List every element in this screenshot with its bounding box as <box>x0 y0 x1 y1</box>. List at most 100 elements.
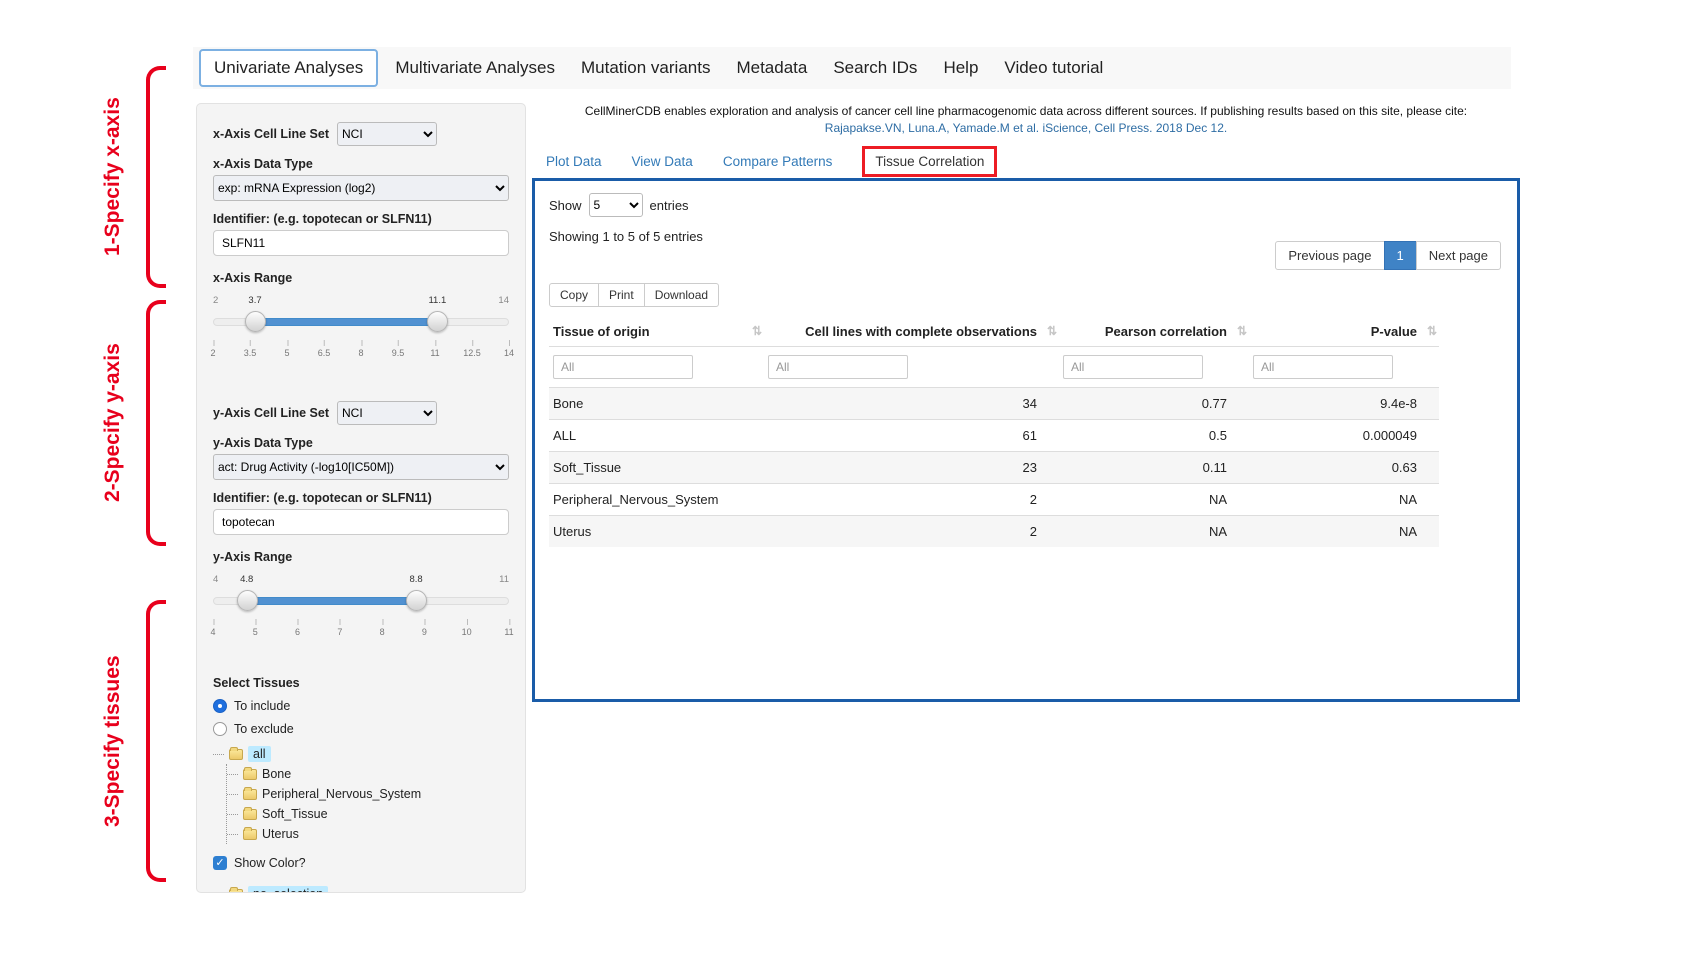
subtab-plot-data[interactable]: Plot Data <box>546 154 602 169</box>
x-data-type-select[interactable]: exp: mRNA Expression (log2) <box>213 175 509 201</box>
x-range-bar[interactable] <box>255 318 437 326</box>
column-header-cell-lines[interactable]: Cell lines with complete observations⇅ <box>764 317 1059 347</box>
header-row: Tissue of origin⇅ Cell lines with comple… <box>549 317 1439 347</box>
tree-node-peripheral-nervous-system[interactable]: Peripheral_Nervous_System <box>227 784 509 804</box>
column-header-p-value[interactable]: P-value⇅ <box>1249 317 1439 347</box>
page-1-button[interactable]: 1 <box>1384 241 1417 270</box>
to-include-radio[interactable]: To include <box>213 699 509 713</box>
tree-node-pns-label: Peripheral_Nervous_System <box>262 787 421 801</box>
sort-icon[interactable]: ⇅ <box>1047 324 1057 338</box>
page: { "colors": { "annotation_red": "#e8001c… <box>0 0 1700 956</box>
copy-button[interactable]: Copy <box>549 283 599 307</box>
cell-pvalue: 0.000049 <box>1249 420 1439 452</box>
filter-input-pearson-correlation[interactable] <box>1063 355 1203 379</box>
x-range-slider[interactable]: 2 14 3.7 11.1 2 3.5 5 6.5 8 9.5 11 12.5 … <box>213 309 509 371</box>
x-range-to-value: 11.1 <box>428 295 446 306</box>
filter-input-tissue-of-origin[interactable] <box>553 355 693 379</box>
tree-connector <box>227 814 238 815</box>
y-range-from-value: 4.8 <box>240 574 253 585</box>
y-cell-line-set-select[interactable]: NCI <box>337 401 437 425</box>
next-page-button[interactable]: Next page <box>1416 241 1501 270</box>
to-exclude-label: To exclude <box>234 722 294 736</box>
print-button[interactable]: Print <box>598 283 645 307</box>
tree-node-soft-tissue[interactable]: Soft_Tissue <box>227 804 509 824</box>
column-header-pearson-correlation[interactable]: Pearson correlation⇅ <box>1059 317 1249 347</box>
nav-tab-mutation-variants[interactable]: Mutation variants <box>568 51 723 85</box>
cell-tissue: ALL <box>549 420 764 452</box>
show-color-label: Show Color? <box>234 856 306 870</box>
entries-select[interactable]: 5 <box>589 193 643 217</box>
filter-input-p-value[interactable] <box>1253 355 1393 379</box>
selection-tree: no_selection <box>213 884 509 893</box>
x-data-type-label: x-Axis Data Type <box>213 157 509 171</box>
tissue-correlation-panel: Show 5 entries Showing 1 to 5 of 5 entri… <box>532 178 1520 702</box>
y-range-handle-to[interactable] <box>406 590 427 611</box>
y-data-type-select[interactable]: act: Drug Activity (-log10[IC50M]) <box>213 454 509 480</box>
show-color-checkbox[interactable]: ✓ Show Color? <box>213 856 509 870</box>
export-buttons: Copy Print Download <box>549 283 719 307</box>
y-range-bar[interactable] <box>247 597 416 605</box>
cell-tissue: Peripheral_Nervous_System <box>549 484 764 516</box>
column-header-tissue-of-origin[interactable]: Tissue of origin⇅ <box>549 317 764 347</box>
y-range-min: 4 <box>213 574 218 585</box>
showing-entries-text: Showing 1 to 5 of 5 entries <box>549 229 703 244</box>
cell-correlation: 0.5 <box>1059 420 1249 452</box>
nav-tab-search-ids[interactable]: Search IDs <box>820 51 930 85</box>
tree-node-uterus[interactable]: Uterus <box>227 824 509 844</box>
download-button[interactable]: Download <box>644 283 719 307</box>
y-range-label: y-Axis Range <box>213 550 509 564</box>
y-range-slider[interactable]: 4 11 4.8 8.8 4 5 6 7 8 9 10 11 <box>213 588 509 650</box>
folder-icon <box>243 789 257 800</box>
y-range-to-value: 8.8 <box>409 574 422 585</box>
step1-label: 1-Specify x-axis <box>98 66 128 288</box>
tree-node-no-selection-label: no_selection <box>248 886 328 893</box>
slider-tick: 10 <box>462 627 472 637</box>
citation-link[interactable]: Rajapakse.VN, Luna.A, Yamade.M et al. iS… <box>540 121 1512 135</box>
to-exclude-radio[interactable]: To exclude <box>213 722 509 736</box>
check-icon: ✓ <box>213 856 227 870</box>
filter-row <box>549 347 1439 388</box>
y-identifier-input[interactable] <box>213 509 509 535</box>
cell-tissue: Soft_Tissue <box>549 452 764 484</box>
tree-node-soft-tissue-label: Soft_Tissue <box>262 807 328 821</box>
show-label: Show <box>549 198 582 213</box>
x-cell-line-set-select[interactable]: NCI <box>337 122 437 146</box>
y-range-max: 11 <box>499 574 509 585</box>
subtab-bar: Plot Data View Data Compare Patterns Tis… <box>546 146 997 177</box>
x-range-handle-to[interactable] <box>427 311 448 332</box>
x-range-min: 2 <box>213 295 218 306</box>
subtab-view-data[interactable]: View Data <box>632 154 693 169</box>
nav-tab-video-tutorial[interactable]: Video tutorial <box>991 51 1116 85</box>
sort-icon[interactable]: ⇅ <box>752 324 762 338</box>
folder-icon <box>243 769 257 780</box>
slider-tick: 5 <box>253 627 258 637</box>
filter-input-cell-lines[interactable] <box>768 355 908 379</box>
y-range-handle-from[interactable] <box>237 590 258 611</box>
tree-node-no-selection[interactable]: no_selection <box>213 884 509 893</box>
tree-node-uterus-label: Uterus <box>262 827 299 841</box>
slider-tick: 11 <box>430 348 439 358</box>
nav-tab-multivariate-analyses[interactable]: Multivariate Analyses <box>382 51 568 85</box>
slider-tick: 6 <box>295 627 300 637</box>
x-range-handle-from[interactable] <box>245 311 266 332</box>
tree-node-all[interactable]: all <box>213 744 509 764</box>
to-include-label: To include <box>234 699 290 713</box>
nav-tab-univariate-analyses[interactable]: Univariate Analyses <box>199 49 378 87</box>
folder-icon <box>229 749 243 760</box>
sort-icon[interactable]: ⇅ <box>1237 324 1247 338</box>
cell-pvalue: 0.63 <box>1249 452 1439 484</box>
subtab-tissue-correlation[interactable]: Tissue Correlation <box>862 146 997 177</box>
tree-connector <box>227 834 238 835</box>
tree-node-bone[interactable]: Bone <box>227 764 509 784</box>
x-identifier-input[interactable] <box>213 230 509 256</box>
nav-tab-help[interactable]: Help <box>930 51 991 85</box>
cell-pvalue: NA <box>1249 484 1439 516</box>
sort-icon[interactable]: ⇅ <box>1427 324 1437 338</box>
slider-tick: 6.5 <box>318 348 331 358</box>
nav-tab-metadata[interactable]: Metadata <box>723 51 820 85</box>
cell-count: 2 <box>764 516 1059 548</box>
slider-tick: 9 <box>422 627 427 637</box>
subtab-compare-patterns[interactable]: Compare Patterns <box>723 154 833 169</box>
sidebar-panel: x-Axis Cell Line Set NCI x-Axis Data Typ… <box>196 103 526 893</box>
previous-page-button[interactable]: Previous page <box>1275 241 1384 270</box>
